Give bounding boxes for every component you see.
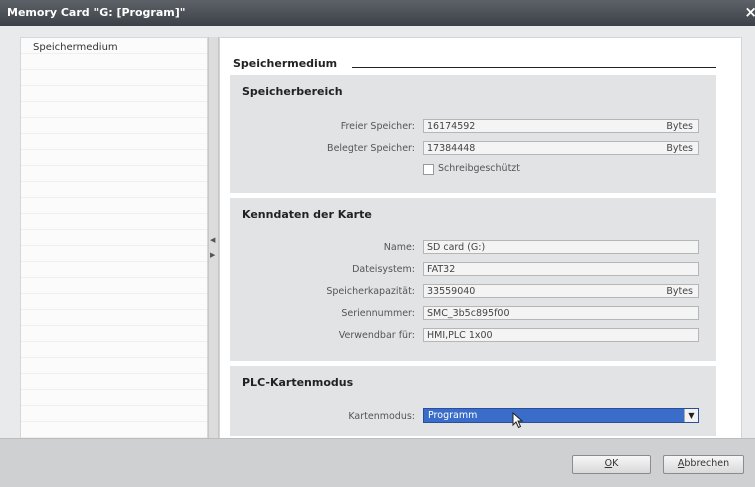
card-mode-dropdown[interactable]: Programm ▼ [423,408,699,423]
serial-label: Seriennummer: [341,308,415,319]
capacity-unit: Bytes [666,286,693,297]
collapse-left-icon[interactable]: ◀ [210,236,215,244]
splitter[interactable]: ◀ ▶ [208,37,219,474]
free-memory-label: Freier Speicher: [340,121,415,132]
capacity-value: 33559040 [427,286,476,297]
serial-field: SMC_3b5c895f00 [423,306,699,320]
cancel-label-rest: bbrechen [684,458,730,469]
free-memory-value: 16174592 [427,121,476,132]
close-icon[interactable]: × [744,3,755,21]
heading-divider [352,67,716,68]
card-mode-label: Kartenmodus: [348,411,415,422]
mouse-pointer-icon [512,412,524,429]
section-title-card-info: Kenndaten der Karte [242,208,372,221]
ok-button[interactable]: OK [572,455,651,474]
free-memory-field: 16174592 Bytes [423,119,699,133]
capacity-field: 33559040 Bytes [423,284,699,298]
navigation-tree: Speichermedium [20,37,208,475]
used-memory-value: 17384448 [427,143,476,154]
used-memory-field: 17384448 Bytes [423,141,699,155]
capacity-label: Speicherkapazität: [326,286,415,297]
filesystem-value: FAT32 [427,264,456,275]
usable-for-field: HMI,PLC 1x00 [423,328,699,342]
ok-mnemonic: O [604,458,613,469]
ok-label-rest: K [612,458,619,469]
filesystem-label: Dateisystem: [352,264,415,275]
write-protect-checkbox[interactable] [423,164,434,175]
content-panel: Speichermedium Speicherbereich Freier Sp… [219,37,742,476]
chevron-down-icon[interactable]: ▼ [684,409,698,422]
write-protect-label: Schreibgeschützt [438,163,521,174]
filesystem-field: FAT32 [423,262,699,276]
free-memory-unit: Bytes [666,121,693,132]
used-memory-unit: Bytes [666,143,693,154]
card-name-value: SD card (G:) [427,242,486,253]
section-storage: Speicherbereich Freier Speicher: 1617459… [230,75,716,193]
section-title-storage: Speicherbereich [242,85,343,98]
section-card-mode: PLC-Kartenmodus Kartenmodus: Programm ▼ [230,366,716,436]
usable-for-value: HMI,PLC 1x00 [427,330,493,341]
section-title-card-mode: PLC-Kartenmodus [242,376,354,389]
page-title: Speichermedium [233,57,338,70]
used-memory-label: Belegter Speicher: [327,143,415,154]
serial-value: SMC_3b5c895f00 [427,308,510,319]
dialog-window: Speichermedium ◀ ▶ Speichermedium Speich… [0,26,755,487]
dialog-footer: OK Abbrechen [0,438,755,487]
card-mode-value: Programm [428,410,478,421]
nav-item-speichermedium[interactable]: Speichermedium [33,42,118,53]
cancel-button[interactable]: Abbrechen [663,455,744,474]
usable-for-label: Verwendbar für: [338,330,415,341]
expand-right-icon[interactable]: ▶ [210,251,215,259]
window-title: Memory Card "G: [Program]" [7,6,186,19]
card-name-label: Name: [383,242,415,253]
section-card-info: Kenndaten der Karte Name: SD card (G:) D… [230,198,716,361]
title-bar: Memory Card "G: [Program]" × [0,0,755,26]
card-name-field: SD card (G:) [423,240,699,254]
